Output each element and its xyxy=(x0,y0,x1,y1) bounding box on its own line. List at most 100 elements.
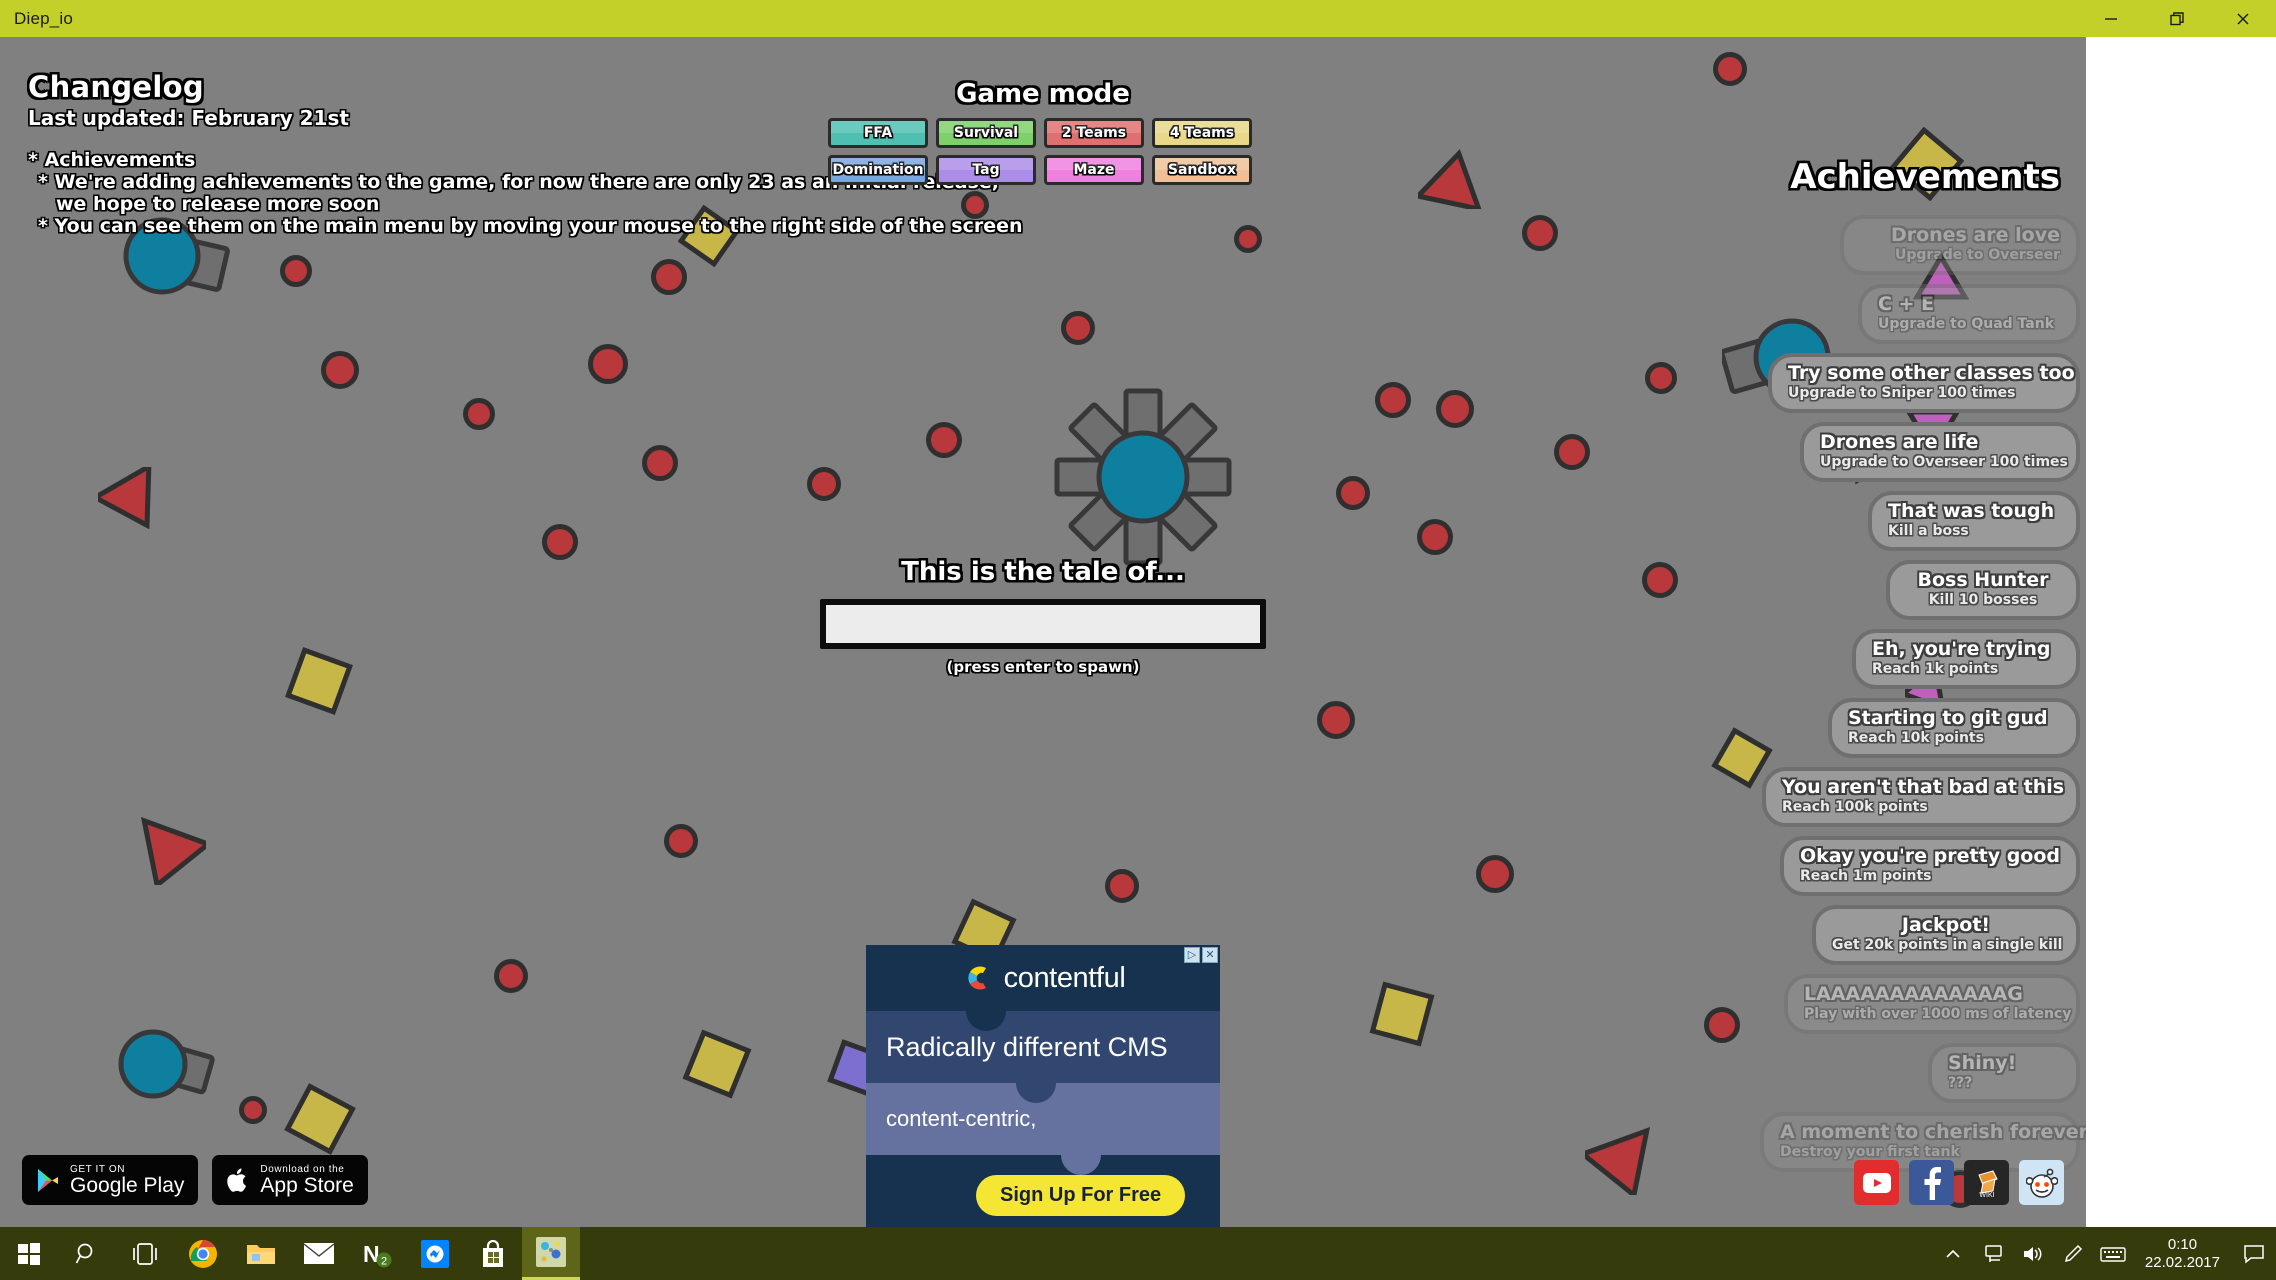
store-button[interactable] xyxy=(464,1227,522,1280)
clock[interactable]: 0:10 22.02.2017 xyxy=(2133,1236,2232,1272)
achievement-item: Drones are life Upgrade to Overseer 100 t… xyxy=(1800,422,2080,482)
messenger-button[interactable] xyxy=(406,1227,464,1280)
achievement-description: Upgrade to Sniper 100 times xyxy=(1788,385,2016,401)
achievements-list: Drones are love Upgrade to Overseer C + EU… xyxy=(1722,215,2086,1172)
google-play-badge[interactable]: GET IT ON Google Play xyxy=(22,1155,199,1205)
game-mode-button-2-teams[interactable]: 2 Teams xyxy=(1044,118,1144,148)
windows-taskbar: N 2 0:10 22.02.2017 xyxy=(0,1227,2276,1280)
triangle-shape xyxy=(140,817,206,885)
minimize-button[interactable] xyxy=(2078,0,2144,37)
volume-button[interactable] xyxy=(2013,1227,2053,1280)
notification-center-button[interactable] xyxy=(2232,1227,2276,1280)
game-mode-button-4-teams[interactable]: 4 Teams xyxy=(1152,118,1252,148)
game-mode-row: FFA Survival 2 Teams 4 Teams xyxy=(828,118,1258,148)
google-play-line1: GET IT ON xyxy=(70,1163,126,1175)
show-hidden-icons-button[interactable] xyxy=(1933,1227,1973,1280)
ad-info-icon[interactable]: ▷ xyxy=(1184,947,1200,963)
start-button[interactable] xyxy=(0,1227,58,1280)
achievement-description: Destroy your first tank xyxy=(1780,1144,1960,1160)
file-explorer-button[interactable] xyxy=(232,1227,290,1280)
achievement-description: Reach 100k points xyxy=(1782,799,1928,815)
achievements-panel: Achievements Drones are love Upgrade to O… xyxy=(1722,157,2086,1181)
store-badges: GET IT ON Google Play Download on the Ap… xyxy=(22,1155,368,1205)
reddit-icon[interactable] xyxy=(2019,1160,2064,1205)
ad-subline-band: content-centric, xyxy=(866,1083,1220,1155)
game-mode-button-maze[interactable]: Maze xyxy=(1044,155,1144,185)
chrome-button[interactable] xyxy=(174,1227,232,1280)
keyboard-button[interactable] xyxy=(2093,1227,2133,1280)
keyboard-icon xyxy=(2100,1246,2126,1262)
wiki-icon[interactable]: WIKI xyxy=(1964,1160,2009,1205)
mail-button[interactable] xyxy=(290,1227,348,1280)
dot-shape xyxy=(588,344,628,384)
ad-cta-button[interactable]: Sign Up For Free xyxy=(976,1174,1186,1216)
achievement-item: You aren't that bad at this Reach 100k po… xyxy=(1762,767,2080,827)
achievement-item: Jackpot! Get 20k points in a single kill xyxy=(1812,905,2080,965)
task-view-button[interactable] xyxy=(116,1227,174,1280)
spawn-panel: This is the tale of... (press enter to s… xyxy=(820,557,1266,676)
diepio-window-button[interactable] xyxy=(522,1227,580,1280)
dot-shape xyxy=(807,467,841,501)
dot-shape xyxy=(1336,476,1370,510)
facebook-icon[interactable] xyxy=(1909,1160,1954,1205)
restore-button[interactable] xyxy=(2144,0,2210,37)
window-title: Diep_io xyxy=(14,8,74,28)
game-mode-button-domination[interactable]: Domination xyxy=(828,155,928,185)
dot-shape xyxy=(1234,225,1262,253)
achievement-name: That was tough xyxy=(1888,500,2055,522)
achievement-item: Try some other classes too Upgrade to Sni… xyxy=(1768,353,2080,413)
achievement-name: You aren't that bad at this xyxy=(1782,776,2065,798)
dot-shape xyxy=(239,1096,267,1124)
square-shape xyxy=(285,647,353,715)
ad-headline-band: Radically different CMS xyxy=(866,1011,1220,1083)
dot-shape xyxy=(463,398,495,430)
dot-shape xyxy=(280,255,312,287)
ad-close-icon[interactable]: ✕ xyxy=(1202,947,1218,963)
advertisement-banner[interactable]: ▷ ✕ contentful Radically different CMS c… xyxy=(866,945,1220,1227)
onenote-button[interactable]: N 2 xyxy=(348,1227,406,1280)
search-button[interactable] xyxy=(58,1227,116,1280)
google-play-line2: Google Play xyxy=(70,1173,185,1197)
game-mode-row: Domination Tag Maze Sandbox xyxy=(828,155,1258,185)
achievement-name: Eh, you're trying xyxy=(1872,638,2051,660)
ad-puzzle-knob xyxy=(1061,1155,1101,1175)
contentful-logo-icon xyxy=(968,966,986,990)
store-icon xyxy=(483,1239,503,1267)
changelog-line: we hope to release more soon xyxy=(56,193,380,215)
achievement-item: Okay you're pretty good Reach 1m points xyxy=(1780,836,2080,896)
game-mode-button-sandbox[interactable]: Sandbox xyxy=(1152,155,1252,185)
app-store-badge[interactable]: Download on the App Store xyxy=(212,1155,368,1205)
game-mode-button-tag[interactable]: Tag xyxy=(936,155,1036,185)
tank-decoration-bottom-left xyxy=(118,1029,215,1099)
achievement-name: Boss Hunter xyxy=(1917,569,2049,591)
dot-shape xyxy=(1417,519,1453,555)
svg-text:WIKI: WIKI xyxy=(1979,1192,1994,1199)
folder-icon xyxy=(247,1244,275,1264)
windows-icon xyxy=(18,1242,40,1265)
square-shape xyxy=(284,1083,356,1155)
octo-tank-preview xyxy=(1054,388,1232,566)
diepio-game-canvas[interactable]: Changelog Last updated: February 21st * … xyxy=(0,37,2086,1227)
onenote-icon: N 2 xyxy=(363,1241,392,1267)
spawn-title: This is the tale of... xyxy=(901,557,1185,587)
dot-shape xyxy=(1645,362,1677,394)
network-button[interactable] xyxy=(1973,1227,2013,1280)
achievements-title: Achievements xyxy=(1790,157,2060,197)
youtube-icon[interactable] xyxy=(1854,1160,1899,1205)
game-mode-button-survival[interactable]: Survival xyxy=(936,118,1036,148)
dot-shape xyxy=(1522,215,1558,251)
game-mode-button-ffa[interactable]: FFA xyxy=(828,118,928,148)
nickname-input[interactable] xyxy=(820,599,1266,649)
pen-icon xyxy=(2064,1244,2082,1262)
ad-subline: content-centric, xyxy=(886,1106,1037,1131)
achievement-name: Shiny! xyxy=(1948,1052,2017,1074)
close-button[interactable] xyxy=(2210,0,2276,37)
apple-icon xyxy=(227,1168,247,1192)
pen-button[interactable] xyxy=(2053,1227,2093,1280)
achievement-item: Starting to git gud Reach 10k points xyxy=(1828,698,2080,758)
achievement-name: Drones are life xyxy=(1820,431,1979,453)
app-store-line1: Download on the xyxy=(260,1163,345,1175)
triangle-shape xyxy=(1418,148,1483,209)
achievement-description: Reach 10k points xyxy=(1848,730,1984,746)
dot-shape xyxy=(926,422,962,458)
